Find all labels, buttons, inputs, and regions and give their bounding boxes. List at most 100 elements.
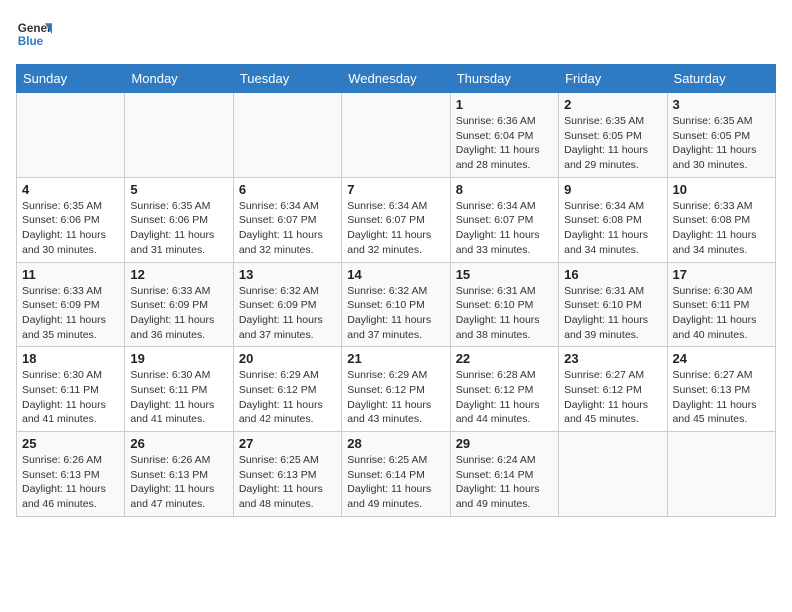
calendar-cell: 18Sunrise: 6:30 AMSunset: 6:11 PMDayligh… bbox=[17, 347, 125, 432]
calendar-cell bbox=[233, 93, 341, 178]
day-info: Sunrise: 6:33 AMSunset: 6:09 PMDaylight:… bbox=[22, 284, 119, 343]
calendar-week-row: 4Sunrise: 6:35 AMSunset: 6:06 PMDaylight… bbox=[17, 177, 776, 262]
day-number: 3 bbox=[673, 97, 770, 112]
calendar-cell bbox=[667, 432, 775, 517]
day-number: 6 bbox=[239, 182, 336, 197]
calendar-cell: 14Sunrise: 6:32 AMSunset: 6:10 PMDayligh… bbox=[342, 262, 450, 347]
calendar-cell: 24 Sunrise: 6:27 AMSunset: 6:13 PMDayligh… bbox=[667, 347, 775, 432]
day-number: 13 bbox=[239, 267, 336, 282]
day-number: 23 bbox=[564, 351, 661, 366]
day-number: 14 bbox=[347, 267, 444, 282]
day-info: Sunrise: 6:25 AMSunset: 6:13 PMDaylight:… bbox=[239, 453, 336, 512]
day-number: 8 bbox=[456, 182, 553, 197]
calendar-cell: 12 Sunrise: 6:33 AMSunset: 6:09 PMDayligh… bbox=[125, 262, 233, 347]
day-info: Sunrise: 6:34 AMSunset: 6:07 PMDaylight:… bbox=[347, 199, 444, 258]
calendar-cell: 16 Sunrise: 6:31 AMSunset: 6:10 PMDayligh… bbox=[559, 262, 667, 347]
day-info: Sunrise: 6:26 AMSunset: 6:13 PMDaylight:… bbox=[130, 453, 227, 512]
day-info: Sunrise: 6:26 AMSunset: 6:13 PMDaylight:… bbox=[22, 453, 119, 512]
day-number: 10 bbox=[673, 182, 770, 197]
day-info: Sunrise: 6:29 AMSunset: 6:12 PMDaylight:… bbox=[347, 368, 444, 427]
calendar-week-row: 11 Sunrise: 6:33 AMSunset: 6:09 PMDayligh… bbox=[17, 262, 776, 347]
day-number: 22 bbox=[456, 351, 553, 366]
day-info: Sunrise: 6:36 AMSunset: 6:04 PMDaylight:… bbox=[456, 114, 553, 173]
calendar-cell: 8 Sunrise: 6:34 AMSunset: 6:07 PMDaylight… bbox=[450, 177, 558, 262]
day-number: 11 bbox=[22, 267, 119, 282]
day-info: Sunrise: 6:24 AMSunset: 6:14 PMDaylight:… bbox=[456, 453, 553, 512]
day-info: Sunrise: 6:30 AMSunset: 6:11 PMDaylight:… bbox=[130, 368, 227, 427]
calendar-week-row: 18 Sunrise: 6:30 AMSunset: 6:11 PMDayligh… bbox=[17, 347, 776, 432]
day-number: 29 bbox=[456, 436, 553, 451]
day-number: 20 bbox=[239, 351, 336, 366]
day-info: Sunrise: 6:34 AMSunset: 6:08 PMDaylight:… bbox=[564, 199, 661, 258]
calendar-cell: 4Sunrise: 6:35 AMSunset: 6:06 PMDaylight… bbox=[17, 177, 125, 262]
day-info: Sunrise: 6:27 AMSunset: 6:12 PMDaylight:… bbox=[564, 368, 661, 427]
day-number: 19 bbox=[130, 351, 227, 366]
weekday-header-row: SundayMondayTuesdayWednesdayThursdayFrid… bbox=[17, 65, 776, 93]
day-info: Sunrise: 6:27 AMSunset: 6:13 PMDaylight:… bbox=[673, 368, 770, 427]
weekday-header-friday: Friday bbox=[559, 65, 667, 93]
day-number: 26 bbox=[130, 436, 227, 451]
calendar-cell bbox=[559, 432, 667, 517]
day-info: Sunrise: 6:28 AMSunset: 6:12 PMDaylight:… bbox=[456, 368, 553, 427]
logo-icon: General Blue bbox=[16, 16, 52, 52]
calendar-cell bbox=[125, 93, 233, 178]
calendar-cell: 2 Sunrise: 6:35 AMSunset: 6:05 PMDaylight… bbox=[559, 93, 667, 178]
weekday-header-monday: Monday bbox=[125, 65, 233, 93]
day-number: 12 bbox=[130, 267, 227, 282]
day-number: 17 bbox=[673, 267, 770, 282]
calendar-week-row: 25 Sunrise: 6:26 AMSunset: 6:13 PMDayligh… bbox=[17, 432, 776, 517]
day-info: Sunrise: 6:35 AMSunset: 6:06 PMDaylight:… bbox=[22, 199, 119, 258]
day-number: 27 bbox=[239, 436, 336, 451]
calendar-cell: 3 Sunrise: 6:35 AMSunset: 6:05 PMDaylight… bbox=[667, 93, 775, 178]
calendar-cell: 28Sunrise: 6:25 AMSunset: 6:14 PMDayligh… bbox=[342, 432, 450, 517]
day-info: Sunrise: 6:35 AMSunset: 6:05 PMDaylight:… bbox=[673, 114, 770, 173]
day-number: 15 bbox=[456, 267, 553, 282]
calendar-cell bbox=[342, 93, 450, 178]
day-number: 1 bbox=[456, 97, 553, 112]
svg-text:Blue: Blue bbox=[18, 35, 44, 48]
calendar-cell: 7 Sunrise: 6:34 AMSunset: 6:07 PMDaylight… bbox=[342, 177, 450, 262]
day-number: 21 bbox=[347, 351, 444, 366]
day-number: 24 bbox=[673, 351, 770, 366]
day-info: Sunrise: 6:34 AMSunset: 6:07 PMDaylight:… bbox=[456, 199, 553, 258]
calendar-cell: 13 Sunrise: 6:32 AMSunset: 6:09 PMDayligh… bbox=[233, 262, 341, 347]
calendar-cell: 21 Sunrise: 6:29 AMSunset: 6:12 PMDayligh… bbox=[342, 347, 450, 432]
day-number: 16 bbox=[564, 267, 661, 282]
day-info: Sunrise: 6:33 AMSunset: 6:09 PMDaylight:… bbox=[130, 284, 227, 343]
calendar-cell: 23 Sunrise: 6:27 AMSunset: 6:12 PMDayligh… bbox=[559, 347, 667, 432]
day-info: Sunrise: 6:35 AMSunset: 6:06 PMDaylight:… bbox=[130, 199, 227, 258]
weekday-header-sunday: Sunday bbox=[17, 65, 125, 93]
calendar-cell: 19 Sunrise: 6:30 AMSunset: 6:11 PMDayligh… bbox=[125, 347, 233, 432]
logo: General Blue bbox=[16, 16, 52, 52]
calendar-cell bbox=[17, 93, 125, 178]
calendar-table: SundayMondayTuesdayWednesdayThursdayFrid… bbox=[16, 64, 776, 517]
day-info: Sunrise: 6:32 AMSunset: 6:09 PMDaylight:… bbox=[239, 284, 336, 343]
calendar-cell: 27 Sunrise: 6:25 AMSunset: 6:13 PMDayligh… bbox=[233, 432, 341, 517]
calendar-cell: 9Sunrise: 6:34 AMSunset: 6:08 PMDaylight… bbox=[559, 177, 667, 262]
day-info: Sunrise: 6:30 AMSunset: 6:11 PMDaylight:… bbox=[673, 284, 770, 343]
day-number: 28 bbox=[347, 436, 444, 451]
calendar-week-row: 1 Sunrise: 6:36 AMSunset: 6:04 PMDaylight… bbox=[17, 93, 776, 178]
day-info: Sunrise: 6:31 AMSunset: 6:10 PMDaylight:… bbox=[564, 284, 661, 343]
day-number: 7 bbox=[347, 182, 444, 197]
calendar-cell: 20 Sunrise: 6:29 AMSunset: 6:12 PMDayligh… bbox=[233, 347, 341, 432]
calendar-cell: 1 Sunrise: 6:36 AMSunset: 6:04 PMDaylight… bbox=[450, 93, 558, 178]
weekday-header-thursday: Thursday bbox=[450, 65, 558, 93]
calendar-cell: 6Sunrise: 6:34 AMSunset: 6:07 PMDaylight… bbox=[233, 177, 341, 262]
day-number: 18 bbox=[22, 351, 119, 366]
day-info: Sunrise: 6:35 AMSunset: 6:05 PMDaylight:… bbox=[564, 114, 661, 173]
calendar-cell: 25 Sunrise: 6:26 AMSunset: 6:13 PMDayligh… bbox=[17, 432, 125, 517]
day-info: Sunrise: 6:29 AMSunset: 6:12 PMDaylight:… bbox=[239, 368, 336, 427]
day-number: 5 bbox=[130, 182, 227, 197]
calendar-cell: 15 Sunrise: 6:31 AMSunset: 6:10 PMDayligh… bbox=[450, 262, 558, 347]
day-number: 2 bbox=[564, 97, 661, 112]
day-number: 25 bbox=[22, 436, 119, 451]
calendar-cell: 10 Sunrise: 6:33 AMSunset: 6:08 PMDayligh… bbox=[667, 177, 775, 262]
weekday-header-tuesday: Tuesday bbox=[233, 65, 341, 93]
calendar-cell: 22 Sunrise: 6:28 AMSunset: 6:12 PMDayligh… bbox=[450, 347, 558, 432]
weekday-header-saturday: Saturday bbox=[667, 65, 775, 93]
calendar-cell: 29 Sunrise: 6:24 AMSunset: 6:14 PMDayligh… bbox=[450, 432, 558, 517]
day-info: Sunrise: 6:33 AMSunset: 6:08 PMDaylight:… bbox=[673, 199, 770, 258]
weekday-header-wednesday: Wednesday bbox=[342, 65, 450, 93]
day-info: Sunrise: 6:31 AMSunset: 6:10 PMDaylight:… bbox=[456, 284, 553, 343]
